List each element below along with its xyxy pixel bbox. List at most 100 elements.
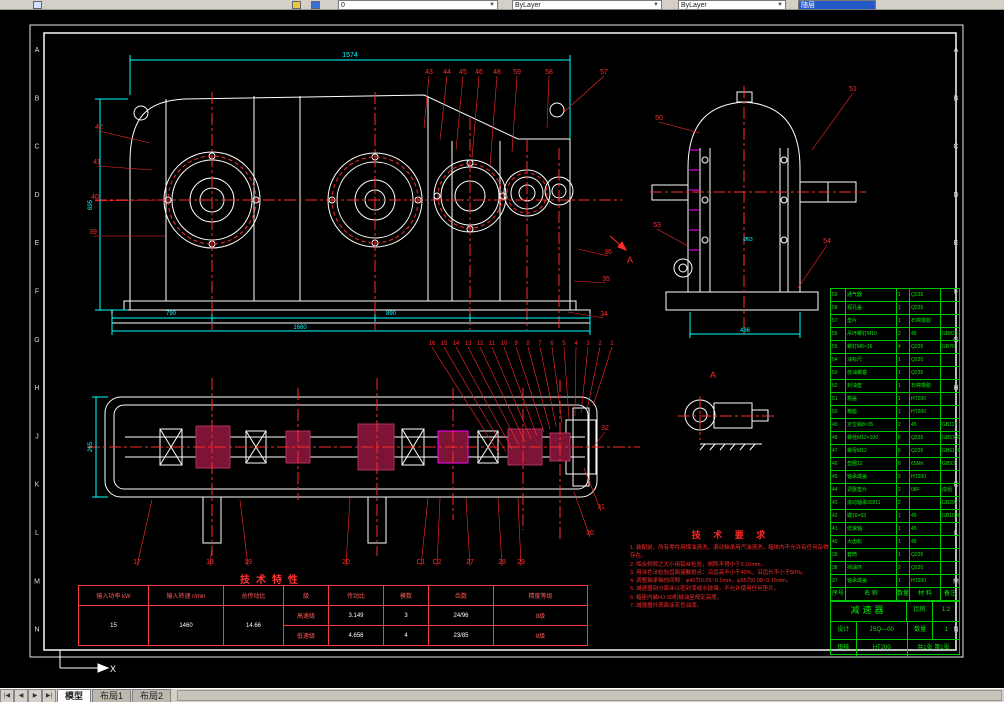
lineweight-combobox[interactable]: 随层 bbox=[798, 0, 876, 10]
check-label: 审核 bbox=[831, 640, 857, 657]
parts-row: 47 螺母M12 6 Q235 GB6170 bbox=[831, 445, 959, 458]
parts-cell: Q235 bbox=[910, 562, 941, 574]
drawing-label: 19 bbox=[244, 559, 252, 566]
parts-row: 59 通气器 1 Q235 bbox=[831, 289, 959, 302]
drawing-label: G bbox=[34, 337, 39, 344]
ucs-icon bbox=[59, 650, 110, 673]
drawing-label: 35 bbox=[602, 276, 610, 283]
parts-cell bbox=[941, 393, 959, 405]
parts-cell: GB117 bbox=[942, 422, 958, 428]
drawing-label: 6 bbox=[550, 341, 554, 347]
drawing-label: H bbox=[34, 385, 39, 392]
tech-req-line: 4. 调整轴承轴向间隙：φ40为0.05~0.1mm，φ55为0.08~0.15… bbox=[630, 578, 792, 584]
parts-cell: Q235 bbox=[910, 432, 941, 444]
front-view bbox=[111, 94, 591, 324]
parts-row: 44 调整垫片 2 08F 成组 bbox=[831, 484, 959, 497]
drawing-label: B bbox=[35, 95, 40, 102]
parts-cell: GB5782 bbox=[942, 435, 959, 441]
leader-line bbox=[420, 497, 429, 567]
parts-list-table: 59 通气器 1 Q235 58 视孔盖 1 Q235 57 垫片 1 石棉橡胶 56 吊环螺钉M10 2 4… bbox=[830, 288, 960, 602]
parts-cell: 2 bbox=[897, 484, 910, 496]
parts-row: 39 套筒 1 Q235 bbox=[831, 549, 959, 562]
drawing-label: A bbox=[954, 47, 959, 54]
parts-cell: Q235 bbox=[910, 289, 941, 301]
scale-label: 比例 bbox=[907, 601, 933, 621]
parts-cell: 1 bbox=[897, 549, 910, 561]
parts-cell: 2 bbox=[897, 419, 910, 431]
parts-cell: 垫片 bbox=[846, 315, 897, 327]
parts-cell: 08F bbox=[910, 484, 941, 496]
parts-cell: GB1096 bbox=[942, 513, 959, 519]
ts-h-acc: 精度等级 bbox=[493, 585, 588, 606]
chevron-down-icon[interactable]: ▼ bbox=[489, 1, 495, 9]
leader-line bbox=[658, 121, 701, 134]
layer-icon[interactable] bbox=[311, 1, 320, 9]
drawing-label: 42 bbox=[95, 124, 103, 131]
parts-cell: GB6170 bbox=[942, 448, 959, 454]
tab-nav-prev[interactable]: ◀ bbox=[14, 689, 28, 702]
chevron-down-icon[interactable]: ▼ bbox=[653, 1, 659, 9]
parts-cell: 56 bbox=[831, 328, 846, 340]
parts-cell: HT200 bbox=[910, 471, 941, 483]
section-arrow bbox=[609, 235, 628, 251]
file-icon[interactable] bbox=[33, 1, 42, 9]
parts-cell: 石棉橡胶 bbox=[910, 380, 941, 392]
ts-s2-z: 23/85 bbox=[428, 625, 494, 646]
parts-cell: 调整垫片 bbox=[846, 484, 897, 496]
drawing-label: 30 bbox=[586, 530, 594, 537]
parts-cell bbox=[941, 406, 959, 418]
leader-line bbox=[497, 497, 503, 567]
drawing-label: 890 bbox=[386, 311, 397, 317]
parts-row: 38 挡油环 2 Q235 bbox=[831, 562, 959, 575]
parts-cell: HT200 bbox=[910, 575, 941, 587]
drawing-label: 7 bbox=[538, 341, 542, 347]
linetype-combobox[interactable]: ByLayer ▼ bbox=[678, 0, 786, 10]
parts-cell: 低速轴 bbox=[846, 523, 897, 535]
ts-s2-m: 4 bbox=[383, 625, 429, 646]
tab-model[interactable]: 模型 bbox=[57, 689, 92, 702]
leader-line bbox=[439, 75, 448, 141]
leader-line bbox=[515, 346, 545, 433]
leader-line bbox=[96, 165, 153, 171]
parts-cell: 39 bbox=[831, 549, 846, 561]
leader-line bbox=[797, 244, 828, 289]
parts-cell: 套筒 bbox=[846, 549, 897, 561]
parts-cell: 37 bbox=[831, 575, 846, 587]
tab-nav-next[interactable]: ▶ bbox=[28, 689, 42, 702]
parts-cell: 53 bbox=[831, 367, 846, 379]
drawing-label: A bbox=[710, 370, 716, 380]
ts-s2-i: 4.656 bbox=[328, 625, 384, 646]
drawing-viewport[interactable]: 43 44 45 46 48 59 58 57 42 41 40 39 36 35 34 50 51 53 54 A A… bbox=[0, 10, 1004, 688]
drawing-label: K bbox=[35, 482, 40, 489]
horizontal-scrollbar[interactable] bbox=[177, 690, 1002, 701]
color-combobox[interactable]: ByLayer ▼ bbox=[512, 0, 662, 10]
parts-cell: 1 bbox=[897, 536, 910, 548]
drawing-label: 44 bbox=[443, 69, 451, 76]
drawing-label: 1574 bbox=[342, 52, 358, 59]
drawing-label: 34 bbox=[600, 311, 608, 318]
ts-h-module: 模数 bbox=[383, 585, 429, 606]
parts-cell: 46 bbox=[831, 458, 846, 470]
parts-cell: 轴承端盖 bbox=[846, 575, 897, 587]
drawing-label: 12 bbox=[477, 341, 484, 347]
scale-value: 1:2 bbox=[941, 607, 951, 613]
parts-row: 55 螺钉M6×16 4 Q235 GB70 bbox=[831, 341, 959, 354]
tab-nav-last[interactable]: ▶| bbox=[42, 689, 56, 702]
tab-layout1[interactable]: 布局1 bbox=[92, 689, 132, 702]
layer-combobox[interactable]: 0 ▼ bbox=[338, 0, 498, 10]
tab-nav-first[interactable]: |◀ bbox=[0, 689, 14, 702]
tab-layout2[interactable]: 布局2 bbox=[132, 689, 172, 702]
leader-line bbox=[811, 92, 854, 151]
parts-cell: 65Mn bbox=[910, 458, 941, 470]
parts-row: 43 滚动轴承30211 2 GB297 bbox=[831, 497, 959, 510]
tech-requirements: 技 术 要 求 1. 装配前，所有零件用煤油清洗，滚动轴承用汽油清洗，箱体内不允… bbox=[630, 528, 832, 610]
parts-cell: Q235 bbox=[910, 445, 941, 457]
drawing-label: 8 bbox=[526, 341, 530, 347]
parts-cell bbox=[941, 302, 959, 314]
parts-cell bbox=[941, 315, 959, 327]
leader-line bbox=[656, 228, 689, 247]
chevron-down-icon[interactable]: ▼ bbox=[777, 1, 783, 9]
color-swatch-icon[interactable] bbox=[292, 1, 301, 9]
drawing-label: 9 bbox=[514, 341, 518, 347]
parts-cell: 1 bbox=[897, 380, 910, 392]
